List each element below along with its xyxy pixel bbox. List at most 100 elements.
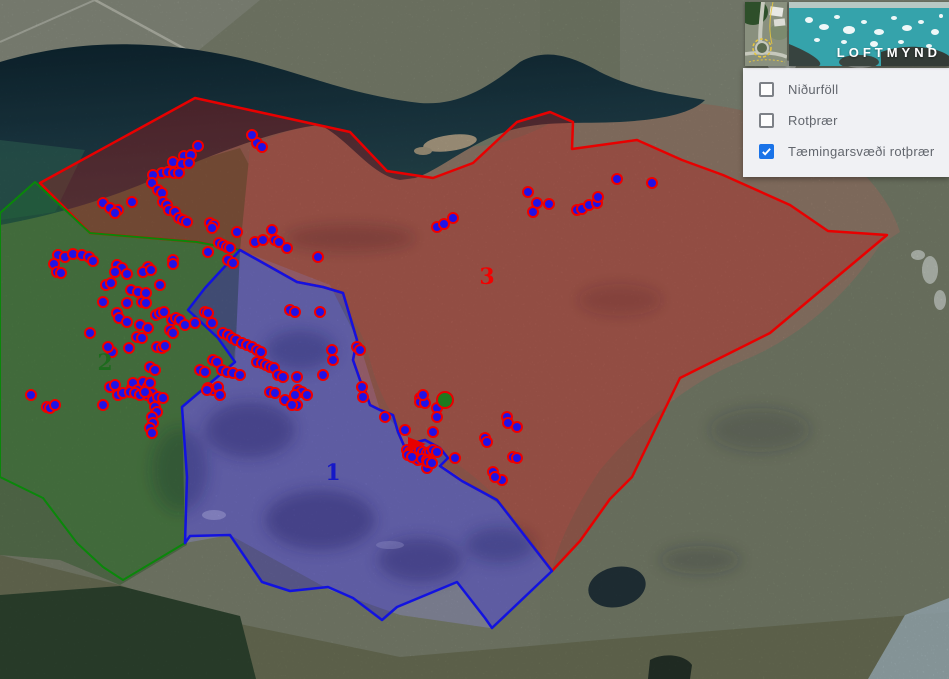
map-point-marker[interactable] bbox=[190, 318, 200, 328]
map-point-marker[interactable] bbox=[122, 269, 132, 279]
map-point-marker[interactable] bbox=[267, 225, 277, 235]
map-point-marker[interactable] bbox=[56, 268, 66, 278]
layer-label: Tæmingarsvæði rotþrær bbox=[788, 144, 934, 159]
map-point-marker[interactable] bbox=[127, 197, 137, 207]
map-point-marker[interactable] bbox=[202, 385, 212, 395]
map-point-marker[interactable] bbox=[428, 427, 438, 437]
map-point-marker[interactable] bbox=[528, 207, 538, 217]
green-point-marker[interactable] bbox=[437, 392, 453, 408]
map-point-marker[interactable] bbox=[110, 267, 120, 277]
map-point-marker[interactable] bbox=[50, 400, 60, 410]
map-point-marker[interactable] bbox=[318, 370, 328, 380]
zone-label-3: 3 bbox=[479, 264, 494, 290]
map-point-marker[interactable] bbox=[160, 341, 170, 351]
map-point-marker[interactable] bbox=[258, 235, 268, 245]
map-point-marker[interactable] bbox=[174, 168, 184, 178]
map-point-marker[interactable] bbox=[256, 347, 266, 357]
map-point-marker[interactable] bbox=[512, 453, 522, 463]
map-point-marker[interactable] bbox=[482, 437, 492, 447]
map-point-marker[interactable] bbox=[193, 141, 203, 151]
map-point-marker[interactable] bbox=[141, 298, 151, 308]
basemap-thumbnail-loftmynd[interactable]: LOFTMYND bbox=[789, 2, 949, 66]
map-point-marker[interactable] bbox=[439, 219, 449, 229]
map-point-marker[interactable] bbox=[358, 392, 368, 402]
map-point-marker[interactable] bbox=[98, 400, 108, 410]
map-point-marker[interactable] bbox=[147, 428, 157, 438]
map-point-marker[interactable] bbox=[146, 265, 156, 275]
map-point-marker[interactable] bbox=[215, 390, 225, 400]
map-point-marker[interactable] bbox=[184, 158, 194, 168]
map-point-marker[interactable] bbox=[448, 213, 458, 223]
map-point-marker[interactable] bbox=[168, 328, 178, 338]
map-point-marker[interactable] bbox=[137, 333, 147, 343]
map-point-marker[interactable] bbox=[228, 258, 238, 268]
map-point-marker[interactable] bbox=[168, 259, 178, 269]
layer-toggle-2[interactable]: Tæmingarsvæði rotþrær bbox=[759, 136, 939, 167]
map-point-marker[interactable] bbox=[427, 458, 437, 468]
map-point-marker[interactable] bbox=[270, 388, 280, 398]
map-point-marker[interactable] bbox=[122, 298, 132, 308]
map-point-marker[interactable] bbox=[247, 130, 257, 140]
map-point-marker[interactable] bbox=[290, 390, 300, 400]
map-point-marker[interactable] bbox=[155, 280, 165, 290]
map-point-marker[interactable] bbox=[207, 223, 217, 233]
map-point-marker[interactable] bbox=[512, 422, 522, 432]
map-point-marker[interactable] bbox=[158, 393, 168, 403]
map-point-marker[interactable] bbox=[235, 370, 245, 380]
map-point-marker[interactable] bbox=[110, 380, 120, 390]
layer-toggle-1[interactable]: Rotþrær bbox=[759, 105, 939, 136]
map-point-marker[interactable] bbox=[232, 227, 242, 237]
map-point-marker[interactable] bbox=[647, 178, 657, 188]
map-point-marker[interactable] bbox=[124, 343, 134, 353]
checkbox-checked-icon[interactable] bbox=[759, 144, 774, 159]
map-point-marker[interactable] bbox=[327, 345, 337, 355]
map-point-marker[interactable] bbox=[432, 412, 442, 422]
map-point-marker[interactable] bbox=[150, 365, 160, 375]
map-point-marker[interactable] bbox=[357, 382, 367, 392]
map-point-marker[interactable] bbox=[180, 320, 190, 330]
map-point-marker[interactable] bbox=[110, 208, 120, 218]
map-point-marker[interactable] bbox=[85, 328, 95, 338]
map-point-marker[interactable] bbox=[143, 323, 153, 333]
map-point-marker[interactable] bbox=[290, 307, 300, 317]
map-point-marker[interactable] bbox=[313, 252, 323, 262]
map-point-marker[interactable] bbox=[450, 453, 460, 463]
map-point-marker[interactable] bbox=[257, 142, 267, 152]
map-point-marker[interactable] bbox=[207, 318, 217, 328]
map-point-marker[interactable] bbox=[159, 307, 169, 317]
map-point-marker[interactable] bbox=[282, 243, 292, 253]
map-point-marker[interactable] bbox=[612, 174, 622, 184]
map-point-marker[interactable] bbox=[418, 390, 428, 400]
map-point-marker[interactable] bbox=[200, 367, 210, 377]
map-point-marker[interactable] bbox=[122, 317, 132, 327]
map-point-marker[interactable] bbox=[328, 355, 338, 365]
checkbox-icon[interactable] bbox=[759, 82, 774, 97]
map-point-marker[interactable] bbox=[145, 378, 155, 388]
map-point-marker[interactable] bbox=[315, 307, 325, 317]
map-point-marker[interactable] bbox=[523, 187, 533, 197]
map-point-marker[interactable] bbox=[98, 297, 108, 307]
map-point-marker[interactable] bbox=[26, 390, 36, 400]
map-point-marker[interactable] bbox=[302, 390, 312, 400]
map-point-marker[interactable] bbox=[287, 400, 297, 410]
map-point-marker[interactable] bbox=[106, 278, 116, 288]
map-point-marker[interactable] bbox=[203, 247, 213, 257]
map-container[interactable]: 321 bbox=[0, 0, 949, 679]
map-point-marker[interactable] bbox=[593, 192, 603, 202]
map-point-marker[interactable] bbox=[278, 372, 288, 382]
map-point-marker[interactable] bbox=[88, 256, 98, 266]
map-point-marker[interactable] bbox=[400, 425, 410, 435]
map-point-marker[interactable] bbox=[407, 452, 417, 462]
map-point-marker[interactable] bbox=[292, 372, 302, 382]
map-point-marker[interactable] bbox=[225, 243, 235, 253]
layer-toggle-0[interactable]: Niðurföll bbox=[759, 74, 939, 105]
map-point-marker[interactable] bbox=[355, 345, 365, 355]
checkbox-icon[interactable] bbox=[759, 113, 774, 128]
map-point-marker[interactable] bbox=[490, 472, 500, 482]
basemap-thumbnail-map[interactable] bbox=[745, 2, 787, 66]
map-point-marker[interactable] bbox=[182, 217, 192, 227]
map-point-marker[interactable] bbox=[203, 308, 213, 318]
map-point-marker[interactable] bbox=[544, 199, 554, 209]
map-point-marker[interactable] bbox=[432, 447, 442, 457]
map-point-marker[interactable] bbox=[380, 412, 390, 422]
